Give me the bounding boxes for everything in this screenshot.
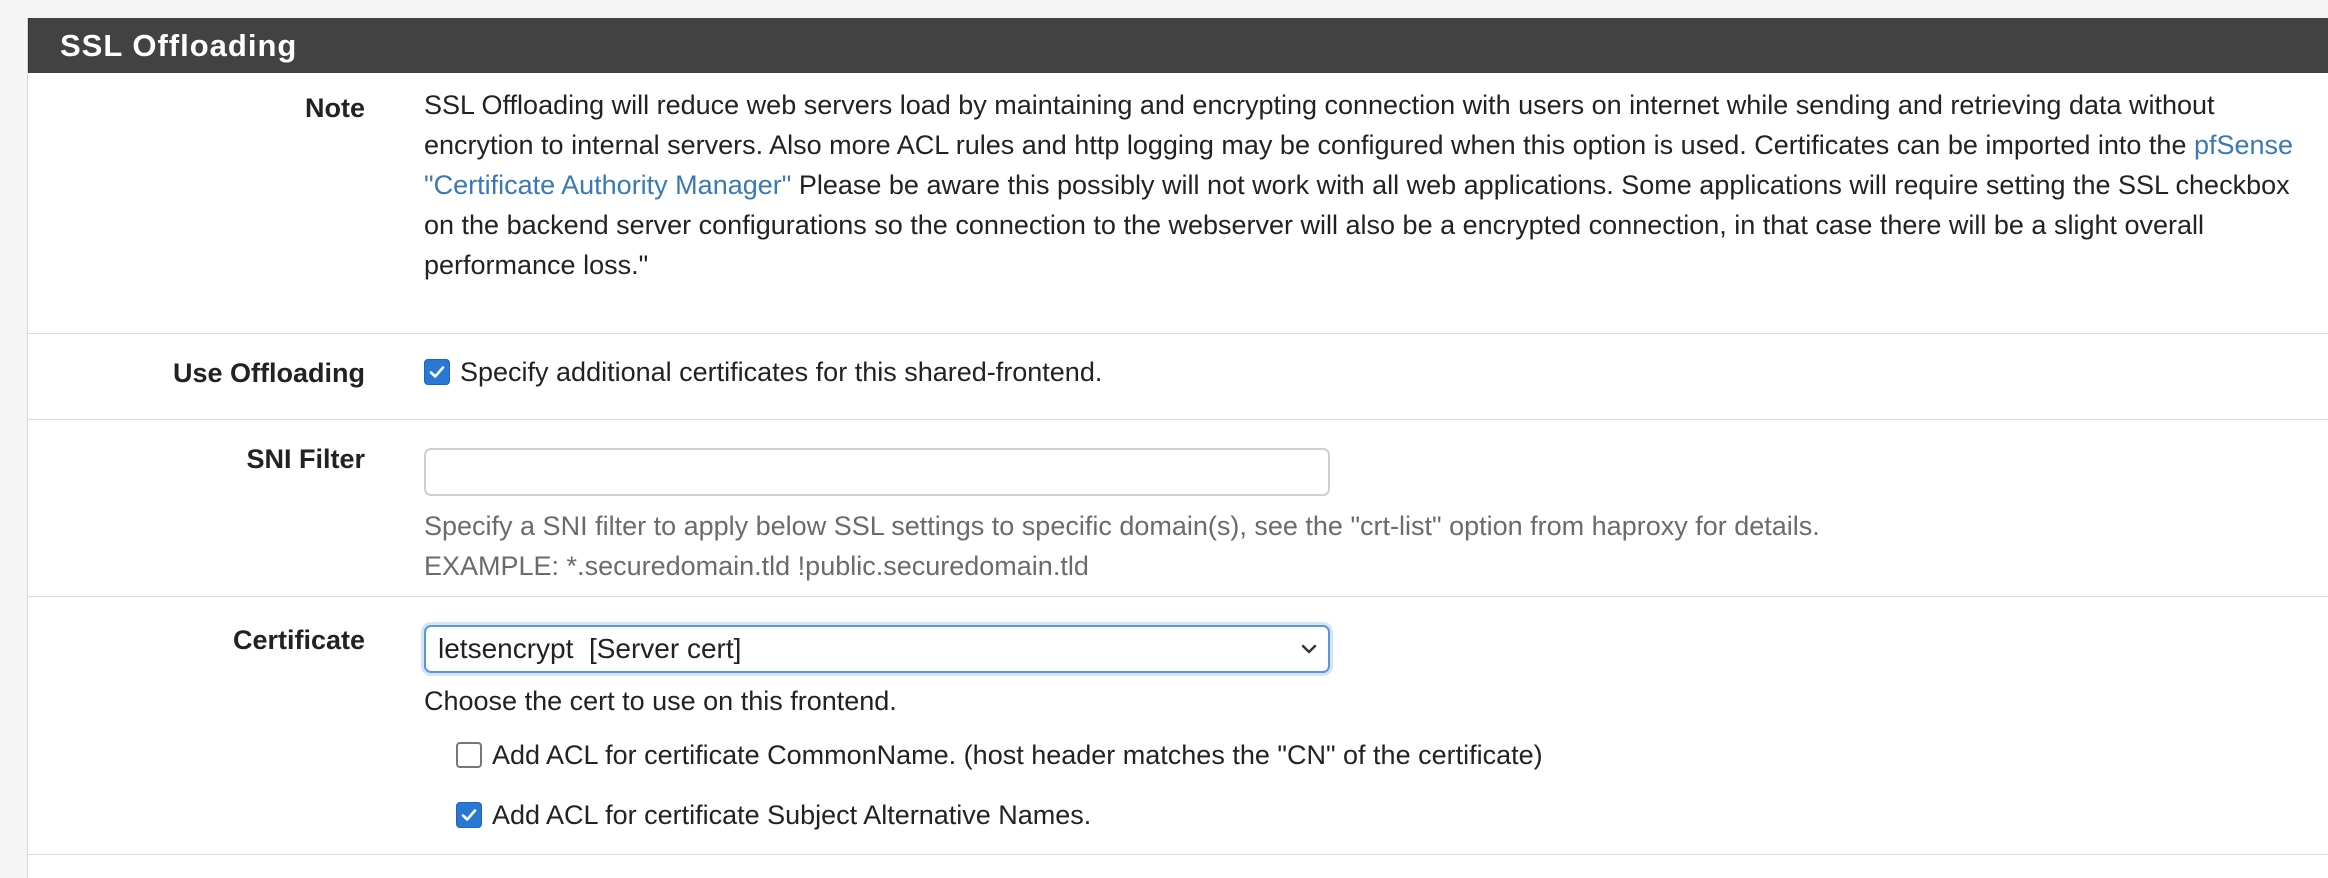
certificate-help: Choose the cert to use on this frontend. <box>424 686 897 716</box>
acl-san-text: Add ACL for certificate Subject Alternat… <box>492 800 1092 830</box>
certificate-label: Certificate <box>232 625 365 655</box>
certificate-row: Certificate letsencrypt [Server cert] Ch… <box>28 597 2328 855</box>
acl-common-name-option: Add ACL for certificate CommonName. (hos… <box>424 735 2309 775</box>
use-offloading-row: Use Offloading Specify additional certif… <box>28 334 2328 420</box>
use-offloading-control: Specify additional certificates for this… <box>424 352 2309 392</box>
note-row: Note SSL Offloading will reduce web serv… <box>28 73 2328 334</box>
sni-filter-help-example: EXAMPLE: *.securedomain.tld !public.secu… <box>424 551 1089 581</box>
checkmark-icon <box>429 366 445 378</box>
panel-title: SSL Offloading <box>28 18 2328 73</box>
use-offloading-text: Specify additional certificates for this… <box>460 357 1103 387</box>
sni-filter-help: Specify a SNI filter to apply below SSL … <box>424 506 2309 586</box>
certificate-control: letsencrypt [Server cert] Choose the cer… <box>424 625 2309 835</box>
sni-filter-help-line1: Specify a SNI filter to apply below SSL … <box>424 511 1820 541</box>
acl-common-name-text: Add ACL for certificate CommonName. (hos… <box>492 740 1543 770</box>
chevron-down-icon <box>1300 627 1318 671</box>
sni-filter-row: SNI Filter Specify a SNI filter to apply… <box>28 420 2328 597</box>
use-offloading-label: Use Offloading <box>172 358 365 388</box>
acl-common-name-checkbox[interactable] <box>456 741 482 768</box>
sni-filter-control: Specify a SNI filter to apply below SSL … <box>424 448 2309 586</box>
ssl-offloading-panel: SSL Offloading Note SSL Offloading will … <box>27 18 2328 878</box>
note-text-before-link: SSL Offloading will reduce web servers l… <box>424 90 2215 160</box>
certificate-selected-value: letsencrypt [Server cert] <box>438 633 742 664</box>
use-offloading-checkbox[interactable] <box>424 358 450 385</box>
sni-filter-label: SNI Filter <box>246 444 365 474</box>
sni-filter-input[interactable] <box>424 448 1330 496</box>
checkmark-icon <box>461 809 477 821</box>
certificate-select[interactable]: letsencrypt [Server cert] <box>424 625 1330 673</box>
acl-san-checkbox[interactable] <box>456 801 482 828</box>
note-text: SSL Offloading will reduce web servers l… <box>424 85 2309 285</box>
acl-san-option: Add ACL for certificate Subject Alternat… <box>424 795 2309 835</box>
note-label: Note <box>305 93 365 123</box>
